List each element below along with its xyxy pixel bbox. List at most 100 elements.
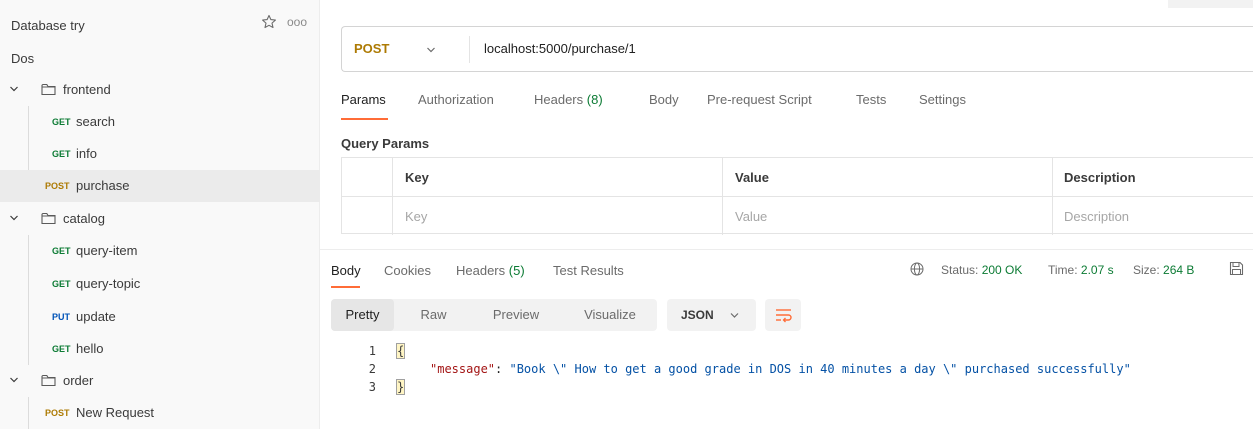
top-strip [1168,0,1253,8]
request-label: info [76,146,97,161]
workspace-title[interactable]: Database try [11,18,85,33]
chevron-down-icon[interactable] [9,213,19,223]
table-row: Key Value Description [342,196,1253,235]
value-input[interactable]: Value [735,209,767,224]
tab-params[interactable]: Params [341,92,386,107]
open-brace: { [395,343,406,359]
size-label: Size: [1133,263,1160,277]
response-tab-test-results[interactable]: Test Results [553,263,624,278]
tab-tests[interactable]: Tests [856,92,886,107]
folder-frontend[interactable]: frontend [0,74,320,106]
url-input[interactable]: localhost:5000/purchase/1 [484,41,636,56]
view-mode-preview[interactable]: Preview [481,299,551,331]
format-label: JSON [681,308,714,322]
request-item-search[interactable]: GET search [0,106,320,138]
line-number: 2 [368,362,376,376]
response-divider [320,249,1253,250]
response-headers-count: (5) [508,263,525,278]
divider [469,36,470,63]
line-number: 3 [368,380,376,394]
view-mode-raw[interactable]: Raw [411,299,456,331]
tab-prerequest-script[interactable]: Pre-request Script [707,92,812,107]
method-badge: PUT [52,312,70,322]
method-badge: GET [52,117,71,127]
params-table: Key Value Description Key Value Descript… [341,157,1253,235]
folder-catalog[interactable]: catalog [0,203,320,235]
column-divider [722,158,723,196]
more-options-icon[interactable]: ooo [287,15,307,29]
code-line: } [395,379,406,395]
size-readout[interactable]: Size: 264 B [1133,263,1194,277]
chevron-down-icon[interactable] [426,46,436,54]
request-item-query-item[interactable]: GET query-item [0,235,320,267]
column-divider [1052,197,1053,235]
method-badge: POST [45,408,70,418]
column-divider [392,158,393,196]
request-label: hello [76,341,104,356]
method-badge: POST [45,181,70,191]
sidebar-header: Database try ooo [0,0,320,40]
method-select[interactable]: POST [354,41,389,56]
folder-label: order [63,373,94,388]
time-label: Time: [1048,263,1078,277]
method-badge: GET [52,344,71,354]
request-label: search [76,114,116,129]
tab-body[interactable]: Body [649,92,679,107]
format-select[interactable]: JSON [667,299,756,331]
tab-settings[interactable]: Settings [919,92,966,107]
folder-label: catalog [63,211,105,226]
request-item-hello[interactable]: GET hello [0,333,320,365]
response-headers-label: Headers [456,263,506,278]
request-label: update [76,309,116,324]
tab-headers[interactable]: Headers (8) [534,92,603,107]
chevron-down-icon[interactable] [9,375,19,385]
close-brace: } [395,379,406,395]
column-header-key: Key [405,170,429,185]
view-mode-visualize[interactable]: Visualize [571,299,649,331]
description-input[interactable]: Description [1064,209,1129,224]
request-item-new-request[interactable]: POST New Request [0,397,320,429]
request-item-query-topic[interactable]: GET query-topic [0,268,320,300]
view-mode-pretty[interactable]: Pretty [331,299,394,331]
response-tab-headers[interactable]: Headers (5) [456,263,525,278]
code-line: { [395,343,406,359]
json-colon: : [495,362,510,376]
chevron-down-icon[interactable] [9,84,19,94]
key-input[interactable]: Key [405,209,427,224]
line-number: 1 [368,344,376,358]
folder-label: frontend [63,82,111,97]
save-icon[interactable] [1229,261,1244,276]
method-badge: GET [52,279,71,289]
response-tab-body[interactable]: Body [331,263,361,278]
response-body-editor[interactable]: 1 2 3 { "message": "Book \" How to get a… [331,340,1253,410]
tab-authorization[interactable]: Authorization [418,92,494,107]
request-item-purchase[interactable]: POST purchase [0,170,320,202]
request-item-update[interactable]: PUT update [0,301,320,333]
response-tab-cookies[interactable]: Cookies [384,263,431,278]
view-mode-switch: Pretty Raw Preview Visualize [331,299,657,331]
folder-icon [41,212,56,225]
wrap-lines-button[interactable] [765,299,801,331]
request-label: purchase [76,178,130,193]
method-badge: GET [52,246,71,256]
sidebar: Database try ooo Dos frontend GET search… [0,0,320,429]
column-divider [1052,158,1053,196]
method-badge: GET [52,149,71,159]
column-header-description: Description [1064,170,1136,185]
table-header-row: Key Value Description [342,158,1253,196]
query-params-title: Query Params [341,136,430,151]
wrap-lines-icon [776,309,792,323]
star-icon[interactable] [261,14,277,30]
request-label: New Request [76,405,155,420]
folder-order[interactable]: order [0,365,320,397]
column-divider [392,197,393,235]
request-label: query-item [76,243,138,258]
time-readout[interactable]: Time: 2.07 s [1048,263,1114,277]
globe-icon[interactable] [910,262,924,276]
status-label: Status: [941,263,979,277]
request-item-info[interactable]: GET info [0,138,320,170]
size-value: 264 B [1163,263,1195,277]
status-readout[interactable]: Status: 200 OK [941,263,1022,277]
json-value: "Book \" How to get a good grade in DOS … [509,362,1131,376]
collection-name[interactable]: Dos [11,51,34,66]
